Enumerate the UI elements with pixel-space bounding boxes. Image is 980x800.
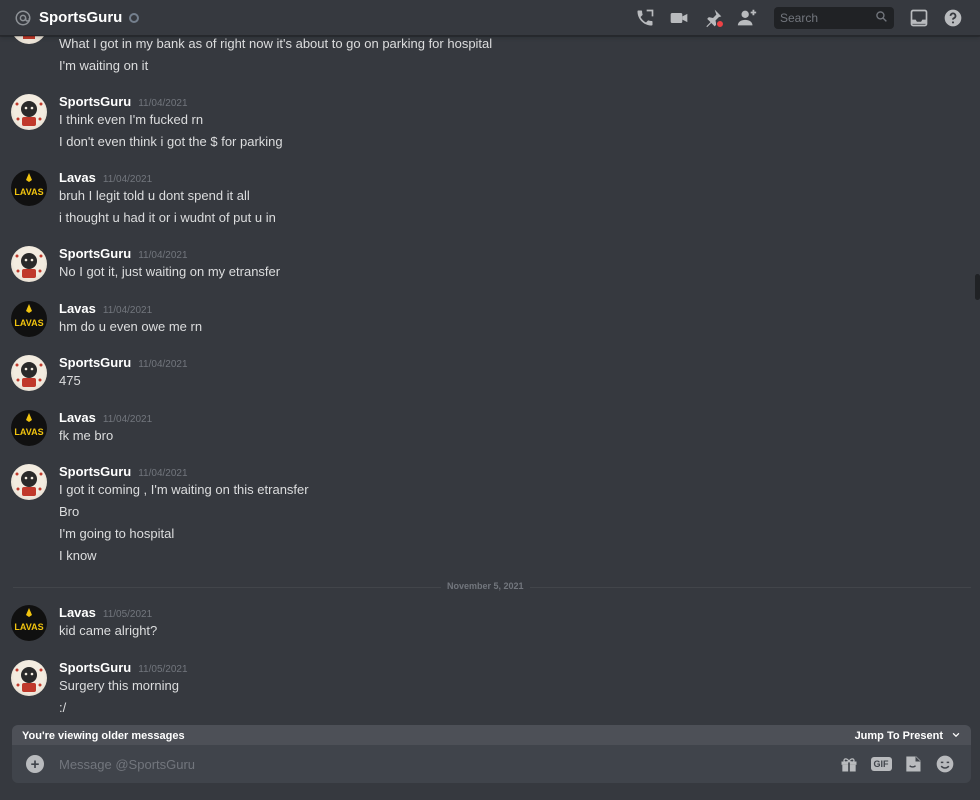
- inbox-icon[interactable]: [907, 6, 931, 30]
- unread-badge: [716, 20, 724, 28]
- timestamp: 11/04/2021: [102, 305, 153, 316]
- message-text: kid came alright?: [59, 623, 158, 638]
- jump-to-present-label: Jump To Present: [854, 730, 943, 742]
- dm-title: SportsGuru: [39, 9, 123, 26]
- call-icon[interactable]: [633, 6, 657, 30]
- video-icon[interactable]: [667, 6, 691, 30]
- avatar[interactable]: [11, 660, 47, 696]
- message-text: I got it coming , I'm waiting on this et…: [59, 482, 309, 497]
- header-toolbar: Search: [628, 0, 970, 36]
- avatar[interactable]: [11, 246, 47, 282]
- search-placeholder: Search: [780, 11, 819, 25]
- timestamp: 11/04/2021: [138, 468, 188, 479]
- date-divider-label: November 5, 2021: [441, 581, 530, 591]
- message-text: I'm going to hospital: [59, 526, 175, 541]
- channel-header: SportsGuru Search: [0, 0, 980, 36]
- timestamp: 11/04/2021: [102, 414, 153, 425]
- timestamp: 11/05/2021: [138, 664, 188, 675]
- avatar[interactable]: LAVAS: [11, 410, 47, 446]
- avatar[interactable]: [11, 36, 47, 44]
- message-text: fk me bro: [59, 428, 114, 443]
- message-text: 475: [59, 373, 81, 388]
- timestamp: 11/04/2021: [102, 174, 153, 185]
- chevron-down-icon: [951, 730, 961, 743]
- message-text: I'm waiting on it: [59, 58, 149, 73]
- message-text: Surgery this morning: [59, 678, 179, 693]
- message-text: Bro: [59, 504, 80, 519]
- message-text: No I got it, just waiting on my etransfe…: [59, 264, 281, 279]
- message-text: i thought u had it or i wudnt of put u i…: [59, 210, 276, 225]
- message-header: Lavas 11/04/2021: [59, 410, 152, 425]
- help-icon[interactable]: [941, 6, 965, 30]
- message-text: bruh I legit told u dont spend it all: [59, 188, 250, 203]
- author-name[interactable]: SportsGuru: [59, 464, 131, 479]
- message-header: SportsGuru 11/04/2021: [59, 355, 188, 370]
- at-icon: [13, 8, 33, 28]
- jump-to-present-button[interactable]: Jump To Present: [855, 730, 961, 743]
- gift-icon[interactable]: [838, 753, 860, 775]
- sticker-icon[interactable]: [902, 753, 924, 775]
- add-friend-icon[interactable]: [735, 6, 759, 30]
- message-text: hm do u even owe me rn: [59, 319, 203, 334]
- message-header: SportsGuru 11/04/2021: [59, 94, 188, 109]
- avatar-text: LAVAS: [14, 427, 43, 437]
- message-text: :/: [59, 700, 67, 715]
- message-list[interactable]: What I got in my bank as of right now it…: [0, 36, 980, 726]
- timestamp: 11/05/2021: [102, 609, 153, 620]
- avatar-text: LAVAS: [14, 187, 43, 197]
- scrollbar-thumb[interactable]: [975, 274, 980, 300]
- author-name[interactable]: Lavas: [59, 301, 96, 316]
- author-name[interactable]: SportsGuru: [59, 355, 131, 370]
- add-attachment-icon[interactable]: +: [26, 755, 44, 773]
- author-name[interactable]: SportsGuru: [59, 246, 131, 261]
- search-icon: [875, 10, 888, 26]
- avatar[interactable]: LAVAS: [11, 301, 47, 337]
- author-name[interactable]: SportsGuru: [59, 660, 131, 675]
- avatar-text: LAVAS: [14, 318, 43, 328]
- timestamp: 11/04/2021: [138, 98, 188, 109]
- avatar[interactable]: [11, 94, 47, 130]
- older-messages-bar: You're viewing older messages Jump To Pr…: [12, 725, 971, 747]
- avatar[interactable]: [11, 464, 47, 500]
- author-name[interactable]: Lavas: [59, 605, 96, 620]
- avatar[interactable]: [11, 355, 47, 391]
- message-text: I think even I'm fucked rn: [59, 112, 204, 127]
- message-input[interactable]: [59, 752, 833, 776]
- composer-tools: GIF: [833, 753, 961, 775]
- avatar[interactable]: LAVAS: [11, 605, 47, 641]
- message-header: Lavas 11/05/2021: [59, 605, 152, 620]
- avatar-text: LAVAS: [14, 622, 43, 632]
- message-header: SportsGuru 11/04/2021: [59, 464, 188, 479]
- message-header: Lavas 11/04/2021: [59, 170, 152, 185]
- gif-button[interactable]: GIF: [870, 753, 892, 775]
- author-name[interactable]: Lavas: [59, 410, 96, 425]
- emoji-icon[interactable]: [934, 753, 956, 775]
- message-composer: + GIF: [12, 745, 971, 783]
- older-messages-label: You're viewing older messages: [22, 730, 185, 742]
- gif-label: GIF: [870, 757, 892, 771]
- author-name[interactable]: Lavas: [59, 170, 96, 185]
- message-text: What I got in my bank as of right now it…: [59, 36, 493, 51]
- message-text: I know: [59, 548, 97, 563]
- avatar[interactable]: LAVAS: [11, 170, 47, 206]
- search-box[interactable]: Search: [774, 7, 894, 29]
- message-text: I don't even think i got the $ for parki…: [59, 134, 283, 149]
- author-name[interactable]: SportsGuru: [59, 94, 131, 109]
- message-header: SportsGuru 11/04/2021: [59, 246, 188, 261]
- timestamp: 11/04/2021: [138, 359, 188, 370]
- message-header: SportsGuru 11/05/2021: [59, 660, 188, 675]
- pin-icon[interactable]: [701, 6, 725, 30]
- timestamp: 11/04/2021: [138, 250, 188, 261]
- message-header: Lavas 11/04/2021: [59, 301, 152, 316]
- offline-status-icon: [129, 12, 140, 23]
